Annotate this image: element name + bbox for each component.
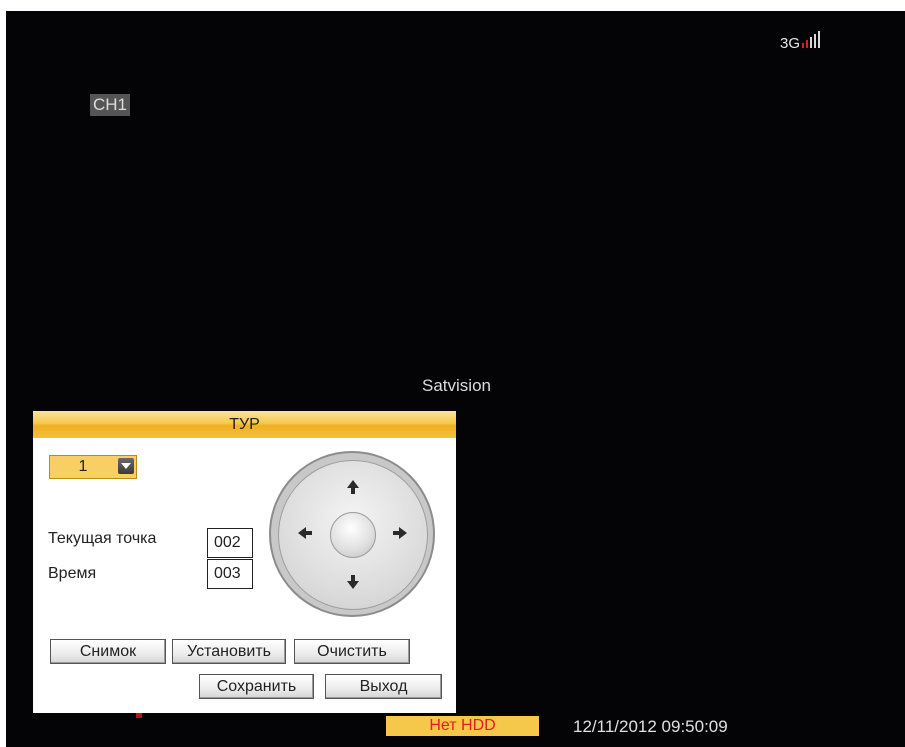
tour-dialog: ТУР 1 Текущая точка 002 Время 003 Снимок… <box>33 411 456 713</box>
network-status: 3G <box>780 31 826 52</box>
arrow-up-icon[interactable] <box>347 480 359 494</box>
chevron-down-icon[interactable] <box>118 458 134 474</box>
tour-select-value: 1 <box>78 458 88 475</box>
record-indicator-icon <box>136 713 142 718</box>
exit-button[interactable]: Выход <box>325 674 442 699</box>
save-button[interactable]: Сохранить <box>199 674 314 699</box>
tour-select[interactable]: 1 <box>49 455 137 479</box>
datetime-display: 12/11/2012 09:50:09 <box>573 717 728 736</box>
watermark: Satvision <box>422 376 491 395</box>
current-point-field[interactable]: 002 <box>207 528 253 558</box>
dialog-title: ТУР <box>33 411 456 438</box>
signal-strength-icon <box>802 31 826 48</box>
arrow-down-icon[interactable] <box>347 575 359 589</box>
arrow-left-icon[interactable] <box>298 527 312 539</box>
ptz-center-button[interactable] <box>330 512 376 558</box>
arrow-right-icon[interactable] <box>393 527 407 539</box>
ptz-ring <box>278 460 428 610</box>
hdd-status: Нет HDD <box>386 716 539 736</box>
snapshot-button[interactable]: Снимок <box>50 639 166 664</box>
clear-button[interactable]: Очистить <box>294 639 410 664</box>
network-label: 3G <box>780 35 801 52</box>
ptz-control <box>269 451 435 617</box>
time-label: Время <box>48 565 97 582</box>
current-point-label: Текущая точка <box>48 530 157 547</box>
time-field[interactable]: 003 <box>207 559 253 589</box>
channel-label: CH1 <box>90 94 131 116</box>
set-button[interactable]: Установить <box>172 639 286 664</box>
